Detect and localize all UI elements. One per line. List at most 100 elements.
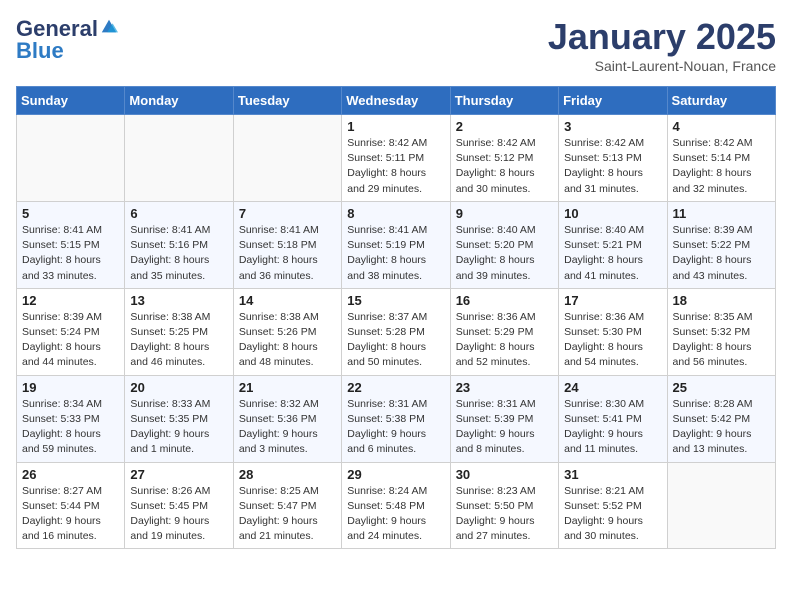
day-info: Sunrise: 8:30 AM Sunset: 5:41 PM Dayligh… bbox=[564, 397, 661, 458]
calendar-cell: 27 Sunrise: 8:26 AM Sunset: 5:45 PM Dayli… bbox=[125, 462, 233, 549]
calendar-week-2: 5 Sunrise: 8:41 AM Sunset: 5:15 PM Daylig… bbox=[17, 201, 776, 288]
calendar-cell: 2 Sunrise: 8:42 AM Sunset: 5:12 PM Daylig… bbox=[450, 115, 558, 202]
day-info: Sunrise: 8:41 AM Sunset: 5:16 PM Dayligh… bbox=[130, 223, 227, 284]
day-info: Sunrise: 8:37 AM Sunset: 5:28 PM Dayligh… bbox=[347, 310, 444, 371]
calendar-cell: 9 Sunrise: 8:40 AM Sunset: 5:20 PM Daylig… bbox=[450, 201, 558, 288]
calendar-cell: 17 Sunrise: 8:36 AM Sunset: 5:30 PM Dayli… bbox=[559, 288, 667, 375]
day-info: Sunrise: 8:41 AM Sunset: 5:19 PM Dayligh… bbox=[347, 223, 444, 284]
day-number: 28 bbox=[239, 467, 336, 482]
day-number: 11 bbox=[673, 206, 770, 221]
day-number: 16 bbox=[456, 293, 553, 308]
calendar-cell: 20 Sunrise: 8:33 AM Sunset: 5:35 PM Dayli… bbox=[125, 375, 233, 462]
day-number: 24 bbox=[564, 380, 661, 395]
calendar-cell: 16 Sunrise: 8:36 AM Sunset: 5:29 PM Dayli… bbox=[450, 288, 558, 375]
calendar-cell: 3 Sunrise: 8:42 AM Sunset: 5:13 PM Daylig… bbox=[559, 115, 667, 202]
calendar-week-1: 1Sunrise: 8:42 AM Sunset: 5:11 PM Daylig… bbox=[17, 115, 776, 202]
day-info: Sunrise: 8:42 AM Sunset: 5:12 PM Dayligh… bbox=[456, 136, 553, 197]
day-info: Sunrise: 8:33 AM Sunset: 5:35 PM Dayligh… bbox=[130, 397, 227, 458]
calendar-cell: 25 Sunrise: 8:28 AM Sunset: 5:42 PM Dayli… bbox=[667, 375, 775, 462]
header-sunday: Sunday bbox=[17, 87, 125, 115]
day-number: 20 bbox=[130, 380, 227, 395]
calendar-cell: 12Sunrise: 8:39 AM Sunset: 5:24 PM Dayli… bbox=[17, 288, 125, 375]
day-number: 15 bbox=[347, 293, 444, 308]
day-info: Sunrise: 8:42 AM Sunset: 5:13 PM Dayligh… bbox=[564, 136, 661, 197]
page-header: General Blue January 2025 Saint-Laurent-… bbox=[16, 16, 776, 74]
day-number: 7 bbox=[239, 206, 336, 221]
title-block: January 2025 Saint-Laurent-Nouan, France bbox=[548, 16, 776, 74]
month-title: January 2025 bbox=[548, 16, 776, 58]
calendar-cell: 4 Sunrise: 8:42 AM Sunset: 5:14 PM Daylig… bbox=[667, 115, 775, 202]
location-subtitle: Saint-Laurent-Nouan, France bbox=[548, 58, 776, 74]
day-info: Sunrise: 8:38 AM Sunset: 5:26 PM Dayligh… bbox=[239, 310, 336, 371]
calendar-cell bbox=[17, 115, 125, 202]
day-number: 13 bbox=[130, 293, 227, 308]
calendar-cell: 7 Sunrise: 8:41 AM Sunset: 5:18 PM Daylig… bbox=[233, 201, 341, 288]
day-info: Sunrise: 8:39 AM Sunset: 5:22 PM Dayligh… bbox=[673, 223, 770, 284]
calendar-cell: 5 Sunrise: 8:41 AM Sunset: 5:15 PM Daylig… bbox=[17, 201, 125, 288]
calendar-cell: 24 Sunrise: 8:30 AM Sunset: 5:41 PM Dayli… bbox=[559, 375, 667, 462]
day-info: Sunrise: 8:35 AM Sunset: 5:32 PM Dayligh… bbox=[673, 310, 770, 371]
day-info: Sunrise: 8:40 AM Sunset: 5:20 PM Dayligh… bbox=[456, 223, 553, 284]
day-info: Sunrise: 8:41 AM Sunset: 5:18 PM Dayligh… bbox=[239, 223, 336, 284]
day-number: 19 bbox=[22, 380, 119, 395]
calendar-cell: 19 Sunrise: 8:34 AM Sunset: 5:33 PM Dayli… bbox=[17, 375, 125, 462]
day-info: Sunrise: 8:26 AM Sunset: 5:45 PM Dayligh… bbox=[130, 484, 227, 545]
header-friday: Friday bbox=[559, 87, 667, 115]
calendar-table: SundayMondayTuesdayWednesdayThursdayFrid… bbox=[16, 86, 776, 549]
day-number: 2 bbox=[456, 119, 553, 134]
day-number: 3 bbox=[564, 119, 661, 134]
day-number: 8 bbox=[347, 206, 444, 221]
day-number: 17 bbox=[564, 293, 661, 308]
header-thursday: Thursday bbox=[450, 87, 558, 115]
calendar-cell: 22Sunrise: 8:31 AM Sunset: 5:38 PM Dayli… bbox=[342, 375, 450, 462]
header-tuesday: Tuesday bbox=[233, 87, 341, 115]
day-number: 5 bbox=[22, 206, 119, 221]
calendar-cell: 26 Sunrise: 8:27 AM Sunset: 5:44 PM Dayli… bbox=[17, 462, 125, 549]
day-info: Sunrise: 8:42 AM Sunset: 5:14 PM Dayligh… bbox=[673, 136, 770, 197]
day-number: 30 bbox=[456, 467, 553, 482]
day-number: 18 bbox=[673, 293, 770, 308]
day-number: 23 bbox=[456, 380, 553, 395]
day-info: Sunrise: 8:36 AM Sunset: 5:30 PM Dayligh… bbox=[564, 310, 661, 371]
day-info: Sunrise: 8:28 AM Sunset: 5:42 PM Dayligh… bbox=[673, 397, 770, 458]
header-saturday: Saturday bbox=[667, 87, 775, 115]
day-number: 27 bbox=[130, 467, 227, 482]
day-info: Sunrise: 8:34 AM Sunset: 5:33 PM Dayligh… bbox=[22, 397, 119, 458]
day-info: Sunrise: 8:31 AM Sunset: 5:38 PM Dayligh… bbox=[347, 397, 444, 458]
day-info: Sunrise: 8:38 AM Sunset: 5:25 PM Dayligh… bbox=[130, 310, 227, 371]
calendar-cell: 1Sunrise: 8:42 AM Sunset: 5:11 PM Daylig… bbox=[342, 115, 450, 202]
day-number: 21 bbox=[239, 380, 336, 395]
day-number: 9 bbox=[456, 206, 553, 221]
day-info: Sunrise: 8:42 AM Sunset: 5:11 PM Dayligh… bbox=[347, 136, 444, 197]
header-monday: Monday bbox=[125, 87, 233, 115]
day-info: Sunrise: 8:41 AM Sunset: 5:15 PM Dayligh… bbox=[22, 223, 119, 284]
calendar-cell: 28Sunrise: 8:25 AM Sunset: 5:47 PM Dayli… bbox=[233, 462, 341, 549]
day-number: 4 bbox=[673, 119, 770, 134]
day-number: 10 bbox=[564, 206, 661, 221]
calendar-cell: 23Sunrise: 8:31 AM Sunset: 5:39 PM Dayli… bbox=[450, 375, 558, 462]
day-info: Sunrise: 8:40 AM Sunset: 5:21 PM Dayligh… bbox=[564, 223, 661, 284]
calendar-cell bbox=[667, 462, 775, 549]
calendar-cell: 29Sunrise: 8:24 AM Sunset: 5:48 PM Dayli… bbox=[342, 462, 450, 549]
calendar-cell: 18 Sunrise: 8:35 AM Sunset: 5:32 PM Dayli… bbox=[667, 288, 775, 375]
logo: General Blue bbox=[16, 16, 118, 64]
logo-icon bbox=[100, 18, 118, 36]
day-info: Sunrise: 8:24 AM Sunset: 5:48 PM Dayligh… bbox=[347, 484, 444, 545]
day-info: Sunrise: 8:39 AM Sunset: 5:24 PM Dayligh… bbox=[22, 310, 119, 371]
day-number: 25 bbox=[673, 380, 770, 395]
calendar-cell: 15 Sunrise: 8:37 AM Sunset: 5:28 PM Dayli… bbox=[342, 288, 450, 375]
day-number: 26 bbox=[22, 467, 119, 482]
calendar-cell: 10 Sunrise: 8:40 AM Sunset: 5:21 PM Dayli… bbox=[559, 201, 667, 288]
day-number: 14 bbox=[239, 293, 336, 308]
calendar-cell bbox=[125, 115, 233, 202]
calendar-cell: 31Sunrise: 8:21 AM Sunset: 5:52 PM Dayli… bbox=[559, 462, 667, 549]
calendar-cell: 11 Sunrise: 8:39 AM Sunset: 5:22 PM Dayli… bbox=[667, 201, 775, 288]
calendar-cell: 8 Sunrise: 8:41 AM Sunset: 5:19 PM Daylig… bbox=[342, 201, 450, 288]
day-number: 31 bbox=[564, 467, 661, 482]
calendar-cell: 13 Sunrise: 8:38 AM Sunset: 5:25 PM Dayli… bbox=[125, 288, 233, 375]
calendar-cell bbox=[233, 115, 341, 202]
header-wednesday: Wednesday bbox=[342, 87, 450, 115]
logo-blue-text: Blue bbox=[16, 38, 64, 63]
day-info: Sunrise: 8:36 AM Sunset: 5:29 PM Dayligh… bbox=[456, 310, 553, 371]
day-info: Sunrise: 8:27 AM Sunset: 5:44 PM Dayligh… bbox=[22, 484, 119, 545]
